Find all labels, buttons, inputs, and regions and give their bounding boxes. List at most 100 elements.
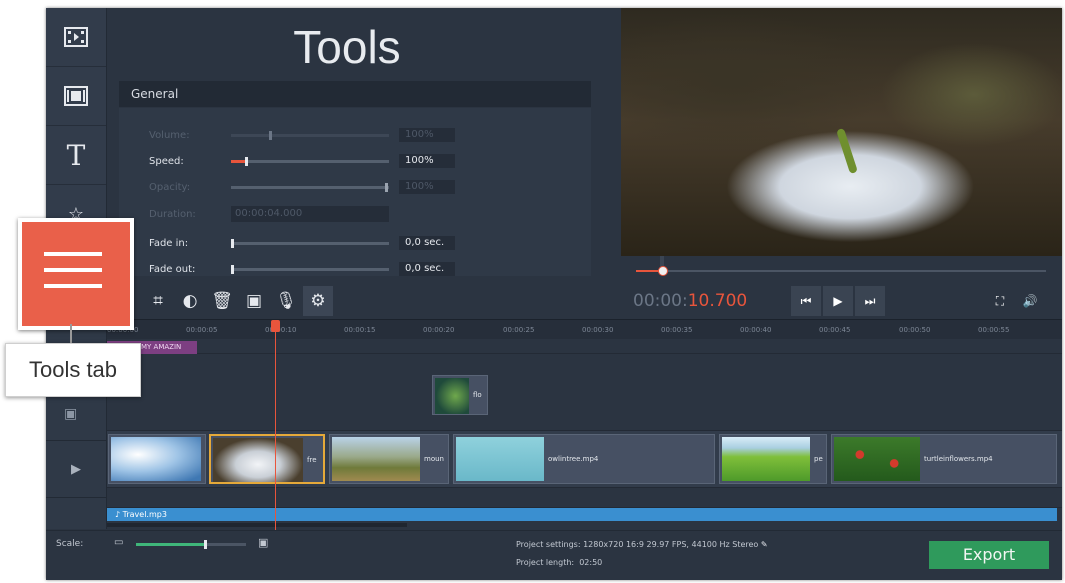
menu-bar-line xyxy=(44,252,102,256)
seek-bar-handle[interactable] xyxy=(658,266,668,276)
skip-back-icon: ⏮ xyxy=(800,293,812,308)
speed-label: Speed: xyxy=(149,156,184,167)
tab-filters[interactable] xyxy=(46,67,106,126)
speed-value-field[interactable]: 100% xyxy=(399,154,455,168)
scale-slider-fill xyxy=(136,543,206,546)
image-icon: ▣ xyxy=(245,291,263,311)
fade-in-slider-handle[interactable] xyxy=(231,239,234,248)
ruler-tick: 00:00:15 xyxy=(344,326,376,334)
playhead-handle[interactable] xyxy=(271,320,280,332)
preview-seek-bar[interactable] xyxy=(636,266,1046,276)
play-button[interactable]: ▶ xyxy=(823,286,853,316)
video-clip-snow[interactable]: fre xyxy=(209,434,325,484)
tools-button[interactable]: ⚙ xyxy=(303,286,333,316)
scale-slider[interactable] xyxy=(136,540,246,549)
project-length-value: 02:50 xyxy=(579,558,603,567)
clip-name: owlintree.mp4 xyxy=(548,455,599,463)
clip-thumbnail xyxy=(213,438,303,482)
previous-button[interactable]: ⏮ xyxy=(791,286,821,316)
fade-in-label: Fade in: xyxy=(149,238,189,249)
volume-value: 100% xyxy=(399,128,455,142)
clip-thumbnail xyxy=(332,437,420,481)
ruler-tick: 00:00:50 xyxy=(899,326,931,334)
tab-import[interactable] xyxy=(46,8,106,67)
clip-name: moun xyxy=(424,455,444,463)
callout-label: Tools tab xyxy=(5,343,141,397)
clip-name: flo xyxy=(473,391,482,399)
overlay-clip[interactable]: flo xyxy=(432,375,488,415)
pencil-icon[interactable]: ✎ xyxy=(761,540,768,549)
empty-track xyxy=(107,488,1062,508)
volume-slider-handle xyxy=(269,131,272,140)
preview-image-sprout xyxy=(836,127,858,175)
color-adjust-button[interactable]: ◐ xyxy=(175,286,205,316)
ruler-tick: 00:00:20 xyxy=(423,326,455,334)
video-clip-field[interactable]: pe xyxy=(719,434,827,484)
video-preview xyxy=(621,8,1062,256)
fade-in-value-field[interactable]: 0,0 sec. xyxy=(399,236,455,250)
film-filter-icon xyxy=(64,86,88,106)
skip-forward-icon: ⏭ xyxy=(864,293,876,308)
zoom-in-icon[interactable]: ▣ xyxy=(258,536,268,549)
crop-button[interactable]: ⌗ xyxy=(143,286,173,316)
video-track-icon: ▶ xyxy=(71,461,81,477)
panel-title: Tools xyxy=(293,21,401,73)
clip-thumbnail xyxy=(722,437,810,481)
project-length-label: Project length: xyxy=(516,558,575,567)
fullscreen-icon: ⛶ xyxy=(995,293,1005,308)
next-button[interactable]: ⏭ xyxy=(855,286,885,316)
playback-controls: 00:00:10.700 ⏮ ▶ ⏭ ⛶ 🔊 xyxy=(621,283,1062,319)
color-adjust-icon: ◐ xyxy=(182,291,198,311)
volume-button[interactable]: 🔊 xyxy=(1015,286,1045,316)
clip-thumbnail xyxy=(834,437,920,481)
project-settings-value: 1280x720 16:9 29.97 FPS, 44100 Hz Stereo xyxy=(583,540,759,549)
ruler-tick: 00:00:05 xyxy=(186,326,218,334)
opacity-label: Opacity: xyxy=(149,182,191,193)
fade-out-slider[interactable] xyxy=(231,265,389,274)
record-audio-button[interactable]: 🎙 xyxy=(271,286,301,316)
timeline-scrollbar[interactable] xyxy=(107,523,407,527)
fade-out-slider-handle[interactable] xyxy=(231,265,234,274)
insert-image-button[interactable]: ▣ xyxy=(239,286,269,316)
ruler-tick: 00:00:45 xyxy=(819,326,851,334)
video-editor-window: T ☆ Tools General Volume: 100% Speed: 10… xyxy=(46,8,1062,580)
video-clip-mountain[interactable]: moun xyxy=(329,434,449,484)
clip-thumbnail xyxy=(456,437,544,481)
overlay-track-icon: ▣ xyxy=(64,406,78,422)
video-clip-turtle[interactable]: turtleinflowers.mp4 xyxy=(831,434,1057,484)
clip-thumbnail xyxy=(435,378,469,414)
volume-label: Volume: xyxy=(149,130,190,141)
tools-panel: Tools General Volume: 100% Speed: 100% O… xyxy=(107,8,664,283)
scale-slider-handle[interactable] xyxy=(204,540,207,549)
video-clip-owl[interactable]: owlintree.mp4 xyxy=(453,434,715,484)
opacity-value: 100% xyxy=(399,180,455,194)
clip-name: turtleinflowers.mp4 xyxy=(924,455,993,463)
clip-name: fre xyxy=(307,456,317,464)
speed-slider-handle[interactable] xyxy=(245,157,248,166)
ruler-tick: 00:00:25 xyxy=(503,326,535,334)
fade-out-label: Fade out: xyxy=(149,264,196,275)
delete-button[interactable]: 🗑 xyxy=(207,286,237,316)
audio-clip[interactable]: ♪ Travel.mp3 xyxy=(107,508,1057,521)
gear-icon: ⚙ xyxy=(310,291,326,311)
export-button[interactable]: Export xyxy=(929,541,1049,569)
speed-slider[interactable] xyxy=(231,157,389,166)
timecode-prefix: 00:00: xyxy=(633,291,688,311)
tab-titles[interactable]: T xyxy=(46,126,106,185)
timecode-display: 00:00:10.700 xyxy=(633,291,747,311)
clip-name: pe xyxy=(814,455,823,463)
timeline-ruler[interactable]: 00:00:00 00:00:05 00:00:10 00:00:15 00:0… xyxy=(107,319,1062,340)
fade-out-value-field[interactable]: 0,0 sec. xyxy=(399,262,455,276)
fade-in-slider[interactable] xyxy=(231,239,389,248)
project-settings-label: Project settings: xyxy=(516,540,581,549)
video-clip-sky[interactable] xyxy=(108,434,206,484)
zoom-out-icon[interactable]: ▭ xyxy=(114,537,123,548)
menu-bar-line xyxy=(44,284,102,288)
text-icon: T xyxy=(66,138,86,172)
overlay-track xyxy=(107,354,1062,431)
delete-icon: 🗑 xyxy=(211,291,233,311)
project-length: Project length: 02:50 xyxy=(516,558,602,567)
title-track xyxy=(107,339,1062,354)
volume-slider xyxy=(231,131,389,140)
fullscreen-button[interactable]: ⛶ xyxy=(985,286,1015,316)
